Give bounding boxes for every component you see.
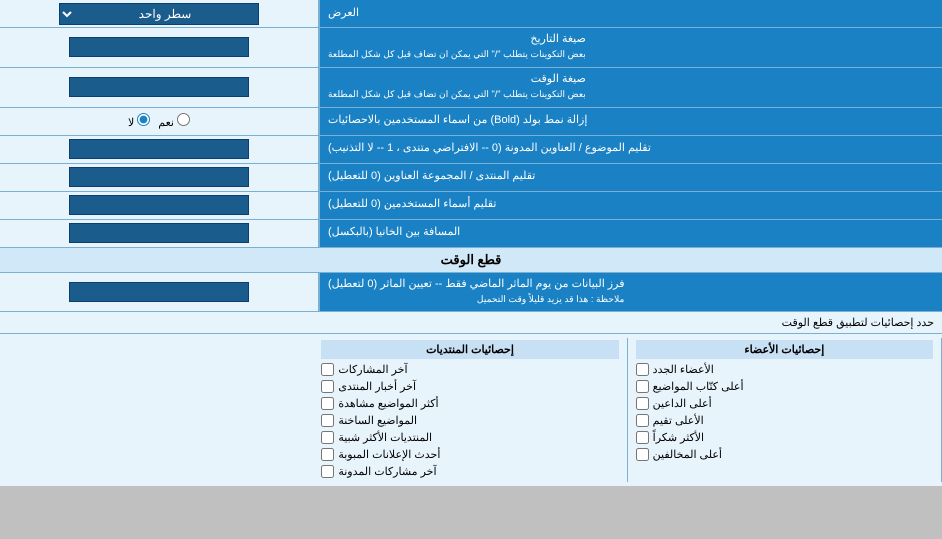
topics-trim-label: تقليم الموضوع / العناوين المدونة (0 -- ا… <box>320 136 942 163</box>
spacing-input[interactable]: 2 <box>69 223 249 243</box>
main-container: العرض سطر واحدسطرانثلاثة أسطر صيغة التار… <box>0 0 942 486</box>
cutoff-label: فرز البيانات من يوم الماثر الماضي فقط --… <box>320 273 942 312</box>
date-format-label: صيغة التاريخبعض التكوينات يتطلب "/" التي… <box>320 28 942 67</box>
topics-trim-input-cell: 33 <box>0 136 320 163</box>
cutoff-input[interactable]: 0 <box>69 282 249 302</box>
bold-radio-group: نعم لا <box>128 113 190 129</box>
time-format-input[interactable]: H:i <box>69 77 249 97</box>
spacing-input-cell: 2 <box>0 220 320 247</box>
date-format-input-cell: d-m <box>0 28 320 67</box>
forum-trim-input[interactable]: 33 <box>69 167 249 187</box>
col-members: إحصائيات الأعضاء الأعضاء الجدد أعلى كتّا… <box>628 338 942 482</box>
spacing-row: المسافة بين الخانيا (بالبكسل) 2 <box>0 220 942 248</box>
checkbox-top-writers: أعلى كتّاب المواضيع <box>636 378 933 395</box>
bottom-header-label: حدد إحصائيات لتطبيق قطع الوقت <box>8 316 934 329</box>
time-format-input-cell: H:i <box>0 68 320 107</box>
checkbox-top-rated: الأعلى تقيم <box>636 412 933 429</box>
ard-input-cell: سطر واحدسطرانثلاثة أسطر <box>0 0 320 27</box>
checkbox-most-thanks: الأكثر شكراً <box>636 429 933 446</box>
bold-no-label: لا <box>128 113 150 129</box>
col-forums: إحصائيات المنتديات آخر المشاركات آخر أخب… <box>313 338 627 482</box>
checkbox-forum-news: آخر أخبار المنتدى <box>321 378 618 395</box>
time-format-label: صيغة الوقتبعض التكوينات يتطلب "/" التي ي… <box>320 68 942 107</box>
bottom-header: حدد إحصائيات لتطبيق قطع الوقت <box>0 312 942 334</box>
cutoff-input-cell: 0 <box>0 273 320 312</box>
ard-row: العرض سطر واحدسطرانثلاثة أسطر <box>0 0 942 28</box>
forum-trim-label: تقليم المنتدى / المجموعة العناوين (0 للت… <box>320 164 942 191</box>
checkbox-top-inviters-input[interactable] <box>636 397 649 410</box>
forum-trim-input-cell: 33 <box>0 164 320 191</box>
checkbox-most-similar: المنتديات الأكثر شبية <box>321 429 618 446</box>
col-empty <box>0 338 313 482</box>
users-trim-label: تقليم أسماء المستخدمين (0 للتعطيل) <box>320 192 942 219</box>
bold-label: إزالة نمط بولد (Bold) من اسماء المستخدمي… <box>320 108 942 135</box>
users-trim-input-cell: 0 <box>0 192 320 219</box>
ard-label: العرض <box>320 0 942 27</box>
col-members-header: إحصائيات الأعضاء <box>636 340 933 359</box>
checkbox-latest-ads: أحدث الإعلانات المبوبة <box>321 446 618 463</box>
col-forums-header: إحصائيات المنتديات <box>321 340 618 359</box>
cutoff-section-header: قطع الوقت <box>0 248 942 273</box>
checkbox-top-writers-input[interactable] <box>636 380 649 393</box>
checkbox-new-members: الأعضاء الجدد <box>636 361 933 378</box>
checkbox-new-members-input[interactable] <box>636 363 649 376</box>
checkbox-most-viewed-input[interactable] <box>321 397 334 410</box>
bold-row: إزالة نمط بولد (Bold) من اسماء المستخدمي… <box>0 108 942 136</box>
checkbox-forum-news-input[interactable] <box>321 380 334 393</box>
checkbox-most-viewed: أكثر المواضيع مشاهدة <box>321 395 618 412</box>
cutoff-row: فرز البيانات من يوم الماثر الماضي فقط --… <box>0 273 942 313</box>
checkbox-top-inviters: أعلى الداعين <box>636 395 933 412</box>
checkbox-top-rated-input[interactable] <box>636 414 649 427</box>
ard-select[interactable]: سطر واحدسطرانثلاثة أسطر <box>59 3 259 25</box>
topics-trim-row: تقليم الموضوع / العناوين المدونة (0 -- ا… <box>0 136 942 164</box>
checkbox-most-thanks-input[interactable] <box>636 431 649 444</box>
forum-trim-row: تقليم المنتدى / المجموعة العناوين (0 للت… <box>0 164 942 192</box>
bold-yes-radio[interactable] <box>177 113 190 126</box>
spacing-label: المسافة بين الخانيا (بالبكسل) <box>320 220 942 247</box>
date-format-row: صيغة التاريخبعض التكوينات يتطلب "/" التي… <box>0 28 942 68</box>
checkbox-top-violators: أعلى المخالفين <box>636 446 933 463</box>
checkbox-last-posts: آخر المشاركات <box>321 361 618 378</box>
bold-yes-label: نعم <box>158 113 190 129</box>
date-format-input[interactable]: d-m <box>69 37 249 57</box>
bold-input-cell: نعم لا <box>0 108 320 135</box>
bold-no-radio[interactable] <box>137 113 150 126</box>
checkbox-last-posts-input[interactable] <box>321 363 334 376</box>
users-trim-row: تقليم أسماء المستخدمين (0 للتعطيل) 0 <box>0 192 942 220</box>
checkbox-hot-topics: المواضيع الساخنة <box>321 412 618 429</box>
users-trim-input[interactable]: 0 <box>69 195 249 215</box>
checkbox-columns: إحصائيات الأعضاء الأعضاء الجدد أعلى كتّا… <box>0 334 942 486</box>
checkbox-blog-posts: آخر مشاركات المدونة <box>321 463 618 480</box>
checkbox-most-similar-input[interactable] <box>321 431 334 444</box>
time-format-row: صيغة الوقتبعض التكوينات يتطلب "/" التي ي… <box>0 68 942 108</box>
checkbox-latest-ads-input[interactable] <box>321 448 334 461</box>
topics-trim-input[interactable]: 33 <box>69 139 249 159</box>
checkbox-blog-posts-input[interactable] <box>321 465 334 478</box>
checkbox-top-violators-input[interactable] <box>636 448 649 461</box>
checkbox-hot-topics-input[interactable] <box>321 414 334 427</box>
